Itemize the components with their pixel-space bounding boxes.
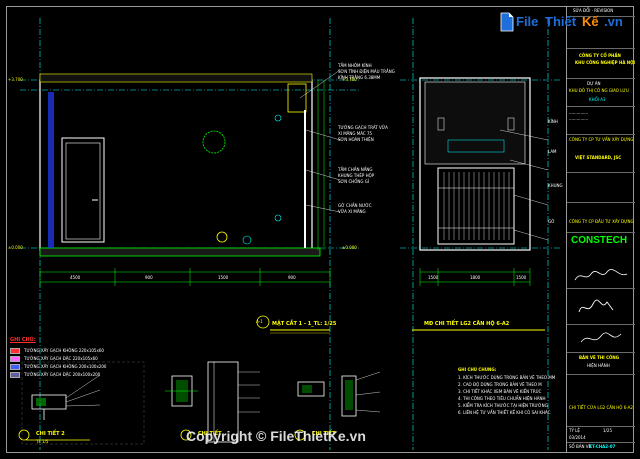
legend-label: TƯỜNG XÂY GẠCH ĐẶC 200x100x200 (24, 372, 101, 377)
brand-thiet: Thiết (545, 14, 577, 29)
note-item: 4. THI CÔNG THEO TIÊU CHUẨN HIỆN HÀNH (458, 396, 546, 401)
brand-file: File (516, 14, 539, 29)
sheet-title: CHI TIẾT CỬA LG2 CĂN HỘ 6-A2 (569, 405, 633, 410)
copyright-watermark: Copyright © FileThietKe.vn (186, 428, 366, 444)
brand-ke: Kế (582, 14, 599, 29)
title-block: SỬA ĐỔI · REVISION CÔNG TY CỔ PHẦN KHU C… (566, 6, 635, 453)
scale-value: 1/25 (603, 428, 612, 433)
dim-value: 1500 (428, 275, 439, 280)
dim-value: 4500 (70, 275, 81, 280)
legend-swatch (10, 356, 20, 362)
brand-vn: .vn (604, 14, 623, 29)
note-item: 1. KÍCH THƯỚC DÙNG TRONG BẢN VẼ THEO MM (458, 375, 556, 380)
legend-label: TƯỜNG XÂY GẠCH ĐẶC 220x105x60 (24, 356, 98, 361)
dim-value: 900 (145, 275, 153, 280)
drawing-type: BẢN VẼ THI CÔNG (579, 355, 620, 360)
note-item: 6. LIÊN HỆ TƯ VẤN THIẾT KẾ KHI CÓ SAI KH… (458, 410, 551, 415)
dim-value: 1800 (470, 275, 481, 280)
signature (578, 299, 614, 313)
company-line2: KHU CÔNG NGHIỆP HÀ NỘI (575, 60, 636, 65)
level-label: ±0.000 (8, 245, 23, 250)
dim-value: 900 (288, 275, 296, 280)
sheet-no-label: SỐ BẢN VẼ (569, 444, 591, 449)
watermark-logo: File Thiết (500, 10, 577, 38)
project-name: KHU ĐÔ THỊ CÔ NG GIAO LƯU (569, 88, 629, 93)
dim-value: 1500 (516, 275, 527, 280)
contractor: CÔNG TY CP ĐẦU TƯ XÂY DỰNG (569, 219, 634, 224)
elevation-title: MĐ CHI TIẾT LG2 CĂN HỘ 6-A2 (424, 321, 510, 327)
legend-swatch (10, 348, 20, 354)
note-item: 5. KIỂM TRA KÍCH THƯỚC TẠI HIỆN TRƯỜNG (458, 403, 548, 408)
legend-label: TƯỜNG XÂY GẠCH KHÔNG 220x105x60 (24, 348, 104, 353)
project-label: DỰ ÁN (587, 81, 601, 86)
notes-title: GHI CHÚ: (10, 337, 36, 343)
date: 03/2014 (569, 435, 586, 440)
block-name: KHỐI A3 (589, 97, 606, 102)
consultant-1: CÔNG TY CP TƯ VẤN XÂY DỰNG (569, 137, 634, 142)
legend-swatch (10, 372, 20, 378)
note-item: 2. CAO ĐỘ DÙNG TRONG BẢN VẼ THEO M (458, 382, 542, 387)
sheet-number: KT-CHA2-07 (589, 444, 616, 449)
detail-2-title: CHI TIẾT 2 (36, 431, 65, 437)
dim-value: 1500 (218, 275, 229, 280)
phase: HIỆN HÀNH (587, 363, 610, 368)
section-marker: A-1 (256, 319, 263, 324)
level-label: ±0.000 (342, 245, 357, 250)
detail-2-scale: TL 1/5 (36, 439, 49, 444)
constech-logo: CONSTECH (571, 235, 628, 246)
general-notes-title: GHI CHÚ CHUNG: (458, 367, 497, 372)
legend-swatch (10, 364, 20, 370)
level-label: +3.700 (8, 77, 23, 82)
note-item: 3. CHI TIẾT KHÁC XEM BẢN VẼ KIẾN TRÚC (458, 389, 542, 394)
consultant-2: VIỆT STANDARD, JSC (575, 155, 622, 160)
signature (574, 269, 628, 281)
company-line1: CÔNG TY CỔ PHẦN (579, 53, 621, 58)
section-title: MẶT CẮT 1 - 1_TL: 1/25 (272, 321, 337, 327)
legend-label: TƯỜNG XÂY GẠCH KHÔNG 200x100x200 (24, 364, 107, 369)
signature (580, 332, 622, 343)
scale-label: TỶ LỆ (569, 428, 580, 433)
revision-header: SỬA ĐỔI · REVISION (573, 8, 614, 13)
file-icon (500, 12, 514, 32)
